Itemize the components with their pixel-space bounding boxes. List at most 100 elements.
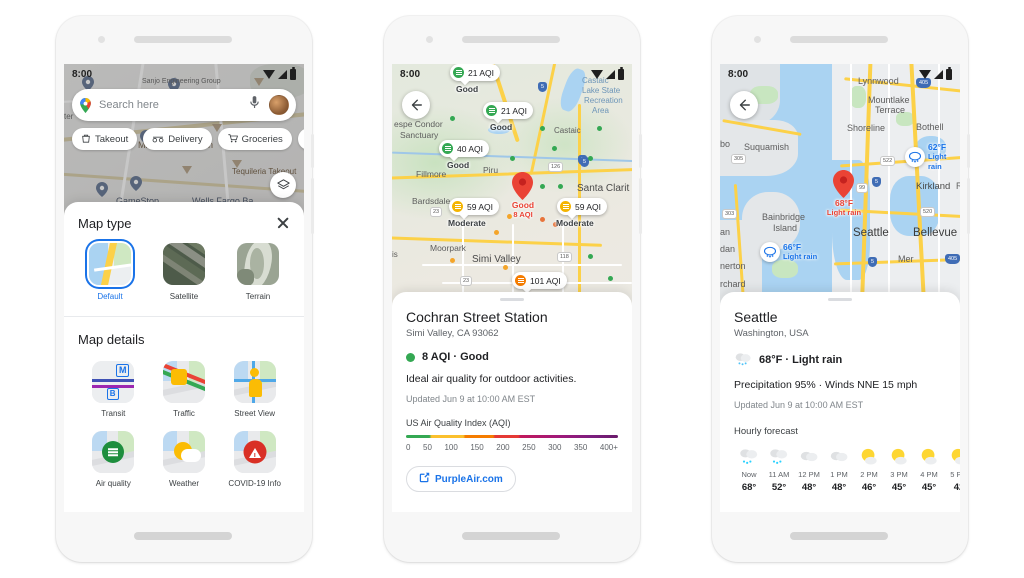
map-label: Seattle bbox=[853, 227, 889, 239]
forecast-hour[interactable]: 3 PM 45° bbox=[884, 445, 914, 493]
station-title: Cochran Street Station bbox=[406, 309, 548, 325]
microphone-icon[interactable] bbox=[249, 95, 262, 115]
map-type-default[interactable]: Default bbox=[78, 243, 142, 302]
close-icon[interactable] bbox=[276, 216, 290, 230]
pin-secondary: 8 AQI bbox=[513, 210, 533, 219]
home-indicator bbox=[134, 532, 232, 540]
map-detail-options: M B Transit Traffic Street View Air quality We… bbox=[78, 361, 290, 489]
earpiece-speaker bbox=[462, 36, 560, 43]
side-button-power[interactable] bbox=[639, 134, 642, 168]
forecast-hour[interactable]: Now 68° bbox=[734, 445, 764, 493]
account-avatar[interactable] bbox=[269, 95, 289, 115]
map-label: Bainbridge bbox=[762, 212, 806, 222]
forecast-hour[interactable]: 12 PM 48° bbox=[794, 445, 824, 493]
map-label: Castaic bbox=[582, 76, 609, 85]
map-label: Recreation bbox=[584, 96, 623, 105]
map-type-terrain[interactable]: Terrain bbox=[226, 243, 290, 302]
map-label: Lake State bbox=[582, 86, 621, 95]
map-label: Bardsdale bbox=[412, 196, 451, 206]
map-detail-thumbnail bbox=[92, 431, 135, 473]
search-input[interactable]: Search here bbox=[99, 99, 242, 111]
aqi-description: Ideal air quality for outdoor activities… bbox=[406, 373, 577, 385]
map-label: Mer bbox=[898, 254, 914, 264]
map-detail-transit[interactable]: M B Transit bbox=[78, 361, 149, 419]
search-bar[interactable]: Search here bbox=[72, 89, 296, 121]
map-label: Piru bbox=[483, 165, 499, 175]
road-shield: 99 bbox=[856, 183, 869, 193]
phone-1: Miso Good RamenGameStopWells Fargo Ba...… bbox=[56, 16, 314, 562]
sheet-grabber[interactable] bbox=[500, 298, 524, 301]
map-poi-marker[interactable] bbox=[254, 78, 264, 86]
aqi-bubble-caption: Good bbox=[447, 160, 470, 170]
map-label: Mountlake bbox=[868, 95, 910, 105]
aqi-level-dot bbox=[442, 143, 453, 154]
chip-delivery[interactable]: Delivery bbox=[143, 128, 212, 150]
map-label: Sanjo Engineering Group bbox=[142, 78, 221, 85]
aqi-bubble[interactable]: 59 AQI bbox=[557, 198, 607, 215]
weather-bubble[interactable]: 62°F Light rain bbox=[905, 142, 960, 172]
side-button-volume[interactable] bbox=[639, 178, 642, 234]
aqi-bubble[interactable]: 59 AQI bbox=[449, 198, 499, 215]
earpiece-speaker bbox=[790, 36, 888, 43]
purpleair-link-button[interactable]: PurpleAir.com bbox=[406, 466, 516, 492]
map-poi-pin[interactable] bbox=[130, 176, 142, 196]
forecast-hour-temp: 48° bbox=[801, 482, 817, 493]
back-button[interactable] bbox=[730, 91, 758, 119]
cloud-icon bbox=[828, 445, 850, 467]
front-camera bbox=[426, 36, 433, 43]
forecast-hour[interactable]: 11 AM 52° bbox=[764, 445, 794, 493]
map-poi-pin[interactable] bbox=[96, 182, 108, 202]
hourly-forecast-row[interactable]: Now 68° 11 AM 52° 12 PM 48° 1 PM 48° 2 PM 46° 3 PM… bbox=[734, 445, 960, 493]
map-detail-covid-19-info[interactable]: COVID-19 Info bbox=[219, 431, 290, 489]
aqi-updated-time: Updated Jun 9 at 10:00 AM EST bbox=[406, 394, 536, 404]
aqi-bubble[interactable]: 101 AQI bbox=[512, 272, 567, 289]
delivery-icon bbox=[152, 133, 164, 146]
aqi-bubble-label: 59 AQI bbox=[575, 201, 601, 212]
external-link-icon bbox=[419, 472, 430, 486]
map-type-title: Map type bbox=[78, 216, 132, 231]
aqi-bubble[interactable]: 21 AQI bbox=[483, 102, 533, 119]
purpleair-link-label: PurpleAir.com bbox=[435, 473, 503, 485]
forecast-hour[interactable]: 1 PM 48° bbox=[824, 445, 854, 493]
map-label: Terrace bbox=[875, 105, 906, 115]
road-shield: 405 bbox=[945, 254, 960, 264]
map-detail-weather[interactable]: Weather bbox=[149, 431, 220, 489]
map-label: Bellevue bbox=[913, 227, 958, 239]
road-shield: 405 bbox=[916, 78, 932, 88]
sheet-grabber[interactable] bbox=[828, 298, 852, 301]
map-label: Area bbox=[592, 106, 609, 115]
pin-secondary: Light rain bbox=[826, 208, 862, 217]
map-type-satellite[interactable]: Satellite bbox=[152, 243, 216, 302]
forecast-hour[interactable]: 2 PM 46° bbox=[854, 445, 884, 493]
map-type-thumbnail bbox=[163, 243, 205, 285]
map-type-section: Map type Default Satellite Terrain bbox=[64, 202, 304, 302]
map-label: rchard bbox=[720, 279, 746, 289]
side-button-power[interactable] bbox=[967, 134, 970, 168]
map-label: Kirkland bbox=[916, 181, 951, 192]
road-shield: 305 bbox=[731, 154, 747, 164]
forecast-hour-time: 11 AM bbox=[768, 470, 790, 479]
weather-bubble[interactable]: 66°F Light rain bbox=[760, 242, 817, 262]
chip-groceries[interactable]: Groceries bbox=[217, 128, 292, 150]
weather-bubble-temp: 66°F bbox=[783, 242, 802, 252]
forecast-hour[interactable]: 5 PM 42 bbox=[944, 445, 960, 493]
map-detail-label: Traffic bbox=[173, 409, 195, 418]
aqi-bubble[interactable]: 40 AQI bbox=[439, 140, 489, 157]
chip-takeout[interactable]: Takeout bbox=[72, 128, 138, 150]
aqi-bubble-label: 21 AQI bbox=[501, 105, 527, 116]
aqi-bubble[interactable]: 21 AQI bbox=[450, 64, 500, 81]
hourly-forecast-title: Hourly forecast bbox=[734, 426, 798, 437]
map-poi-marker[interactable] bbox=[182, 166, 192, 174]
aqi-scale-title: US Air Quality Index (AQI) bbox=[406, 418, 511, 428]
side-button-power[interactable] bbox=[311, 134, 314, 168]
map-detail-street-view[interactable]: Street View bbox=[219, 361, 290, 419]
back-button[interactable] bbox=[402, 91, 430, 119]
side-button-volume[interactable] bbox=[967, 178, 970, 234]
map-layers-button[interactable] bbox=[270, 172, 296, 198]
forecast-hour-temp: 42 bbox=[953, 482, 960, 493]
map-detail-air-quality[interactable]: Air quality bbox=[78, 431, 149, 489]
chip-gas[interactable]: Gas bbox=[297, 128, 304, 150]
side-button-volume[interactable] bbox=[311, 178, 314, 234]
map-detail-traffic[interactable]: Traffic bbox=[149, 361, 220, 419]
forecast-hour[interactable]: 4 PM 45° bbox=[914, 445, 944, 493]
